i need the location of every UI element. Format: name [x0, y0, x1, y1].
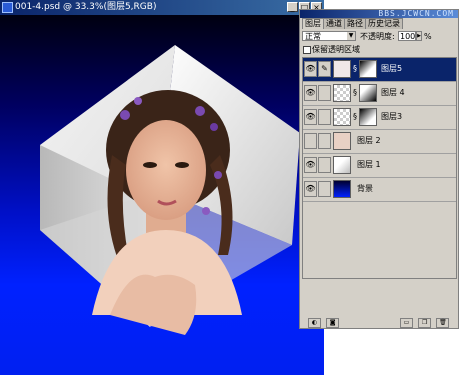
eye-icon[interactable]: 👁 — [304, 85, 317, 101]
image-canvas[interactable] — [0, 15, 324, 375]
brush-icon[interactable]: ✎ — [318, 61, 331, 77]
layer-thumbnail — [333, 60, 351, 78]
add-mask-icon[interactable]: ◙ — [326, 318, 340, 328]
layers-list: 👁 ✎ § 图层5 👁 § 图层 4 👁 § 图层3 图层 2 👁 图层 1 👁… — [302, 57, 457, 279]
layer-name: 图层3 — [381, 112, 403, 121]
link-slot[interactable] — [318, 109, 331, 125]
link-slot[interactable] — [318, 181, 331, 197]
opacity-stepper[interactable]: ▶ — [416, 31, 422, 41]
layer-thumbnail — [333, 180, 351, 198]
preserve-transparency-checkbox[interactable] — [303, 45, 311, 54]
link-slot[interactable] — [318, 85, 331, 101]
layer-thumbnail — [333, 156, 351, 174]
tab-history[interactable]: 历史记录 — [365, 18, 403, 29]
palette-footer-left: ◐ ◙ — [306, 316, 340, 328]
layers-palette: BBS.JCWCN.COM 图层 通道 路径 历史记录 正常 ▼ 不透明度: 100 … — [299, 9, 459, 329]
palette-footer: ◐ ◙ ▭ ❐ 🗑 — [302, 280, 457, 328]
chain-link-icon[interactable]: § — [353, 112, 357, 121]
chain-link-icon[interactable]: § — [353, 88, 357, 97]
layer-name: 背景 — [357, 184, 373, 193]
new-layer-icon[interactable]: ❐ — [418, 318, 432, 328]
blend-mode-select[interactable]: 正常 ▼ — [302, 31, 356, 41]
eye-icon[interactable]: 👁 — [304, 181, 317, 197]
tab-channels[interactable]: 通道 — [323, 18, 345, 29]
layer-row-2[interactable]: 图层 2 — [303, 130, 456, 154]
document-titlebar[interactable]: 001-4.psd @ 33.3%(图层5,RGB) _ □ × — [0, 0, 324, 15]
layer-row-3[interactable]: 👁 § 图层3 — [303, 106, 456, 130]
layer-name: 图层 2 — [357, 136, 381, 145]
trash-icon[interactable]: 🗑 — [436, 318, 450, 328]
document-title: 001-4.psd @ 33.3%(图层5,RGB) — [15, 2, 157, 12]
palette-footer-buttons: ▭ ❐ 🗑 — [398, 316, 450, 328]
palette-tabs: 图层 通道 路径 历史记录 — [302, 18, 403, 29]
eye-slot-hidden[interactable] — [304, 133, 317, 149]
link-slot[interactable] — [318, 157, 331, 173]
chain-link-icon[interactable]: § — [353, 64, 357, 73]
layer-name: 图层 4 — [381, 88, 405, 97]
opacity-unit: % — [424, 32, 432, 41]
layer-mask-thumbnail[interactable] — [359, 108, 377, 126]
layer-thumbnail — [333, 84, 351, 102]
layer-name: 图层5 — [381, 64, 403, 73]
eye-icon[interactable]: 👁 — [304, 157, 317, 173]
layer-thumbnail — [333, 108, 351, 126]
layer-row-4[interactable]: 👁 § 图层 4 — [303, 82, 456, 106]
layer-effects-icon[interactable]: ◐ — [308, 318, 321, 328]
layer-thumbnail — [333, 132, 351, 150]
eye-icon[interactable]: 👁 — [304, 61, 317, 77]
chevron-down-icon[interactable]: ▼ — [347, 32, 355, 40]
watermark-text: BBS.JCWCN.COM — [378, 9, 454, 18]
minimize-button[interactable]: _ — [287, 2, 298, 12]
layer-name: 图层 1 — [357, 160, 381, 169]
tab-paths[interactable]: 路径 — [344, 18, 366, 29]
layer-row-5[interactable]: 👁 ✎ § 图层5 — [303, 58, 456, 82]
tab-layers[interactable]: 图层 — [302, 18, 324, 29]
blend-row: 正常 ▼ 不透明度: 100 ▶ % — [302, 31, 456, 43]
photo-cube-artwork — [40, 45, 300, 335]
blend-mode-value: 正常 — [305, 32, 321, 41]
opacity-input[interactable]: 100 — [398, 31, 416, 41]
layer-mask-thumbnail[interactable] — [359, 60, 377, 78]
new-set-icon[interactable]: ▭ — [400, 318, 413, 328]
palette-titlebar[interactable]: BBS.JCWCN.COM — [300, 9, 458, 18]
opacity-label: 不透明度: — [360, 32, 395, 41]
layer-row-1[interactable]: 👁 图层 1 — [303, 154, 456, 178]
link-slot[interactable] — [318, 133, 331, 149]
eye-icon[interactable]: 👁 — [304, 109, 317, 125]
preserve-transparency-row[interactable]: 保留透明区域 — [303, 45, 360, 55]
document-window: 001-4.psd @ 33.3%(图层5,RGB) _ □ × — [0, 0, 324, 375]
photoshop-doc-icon — [2, 2, 13, 13]
preserve-transparency-label: 保留透明区域 — [312, 45, 360, 54]
layer-mask-thumbnail[interactable] — [359, 84, 377, 102]
layer-row-background[interactable]: 👁 背景 — [303, 178, 456, 202]
